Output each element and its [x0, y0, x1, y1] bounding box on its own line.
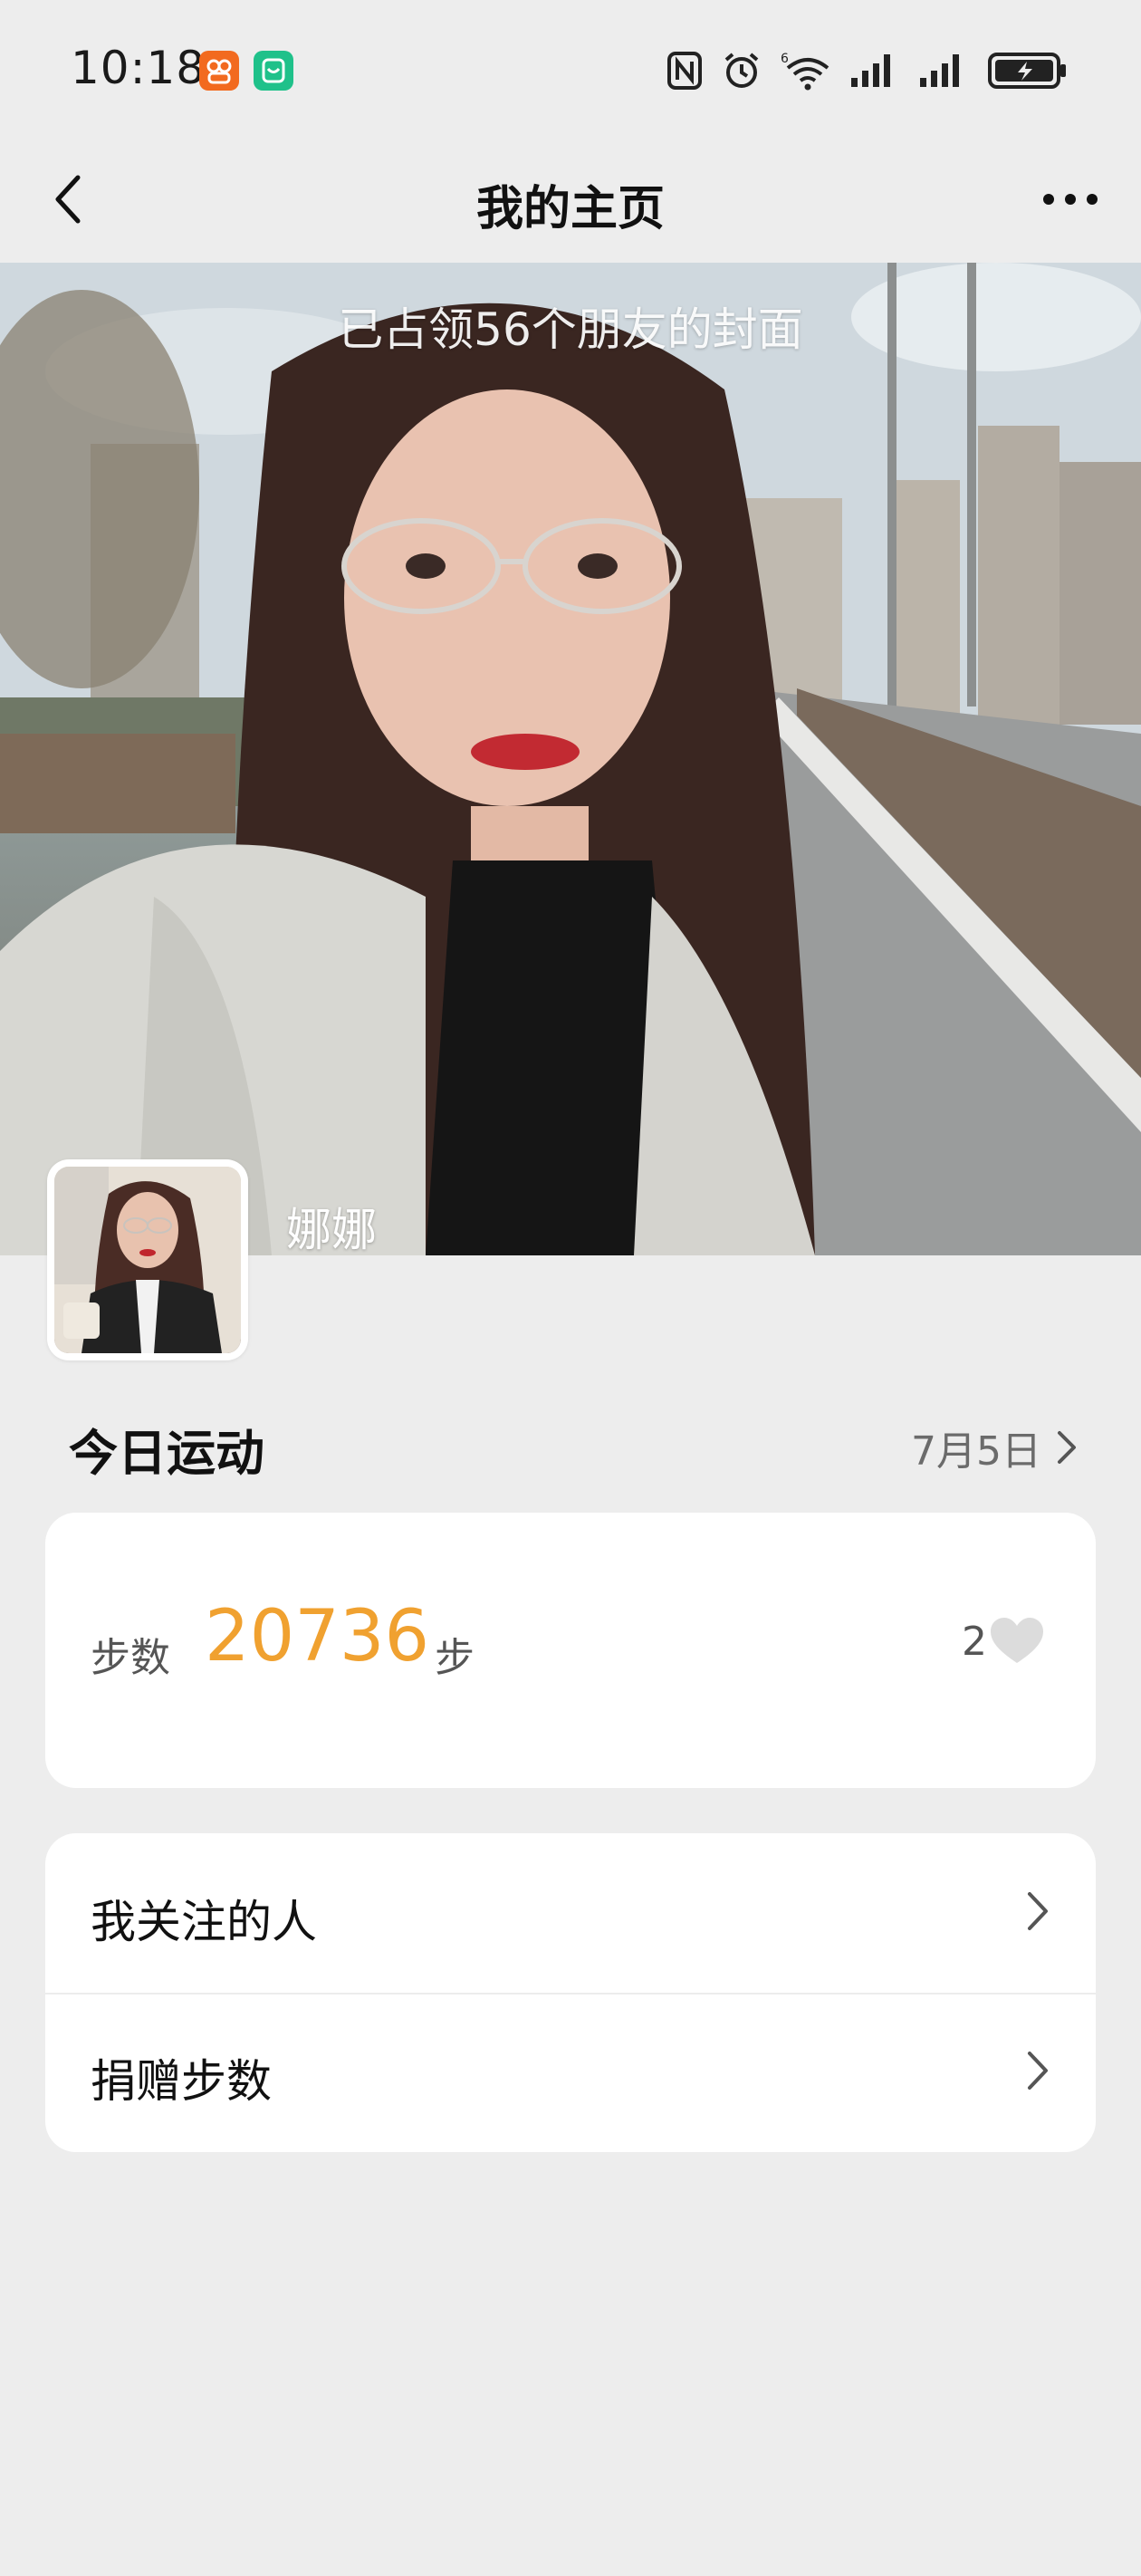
- menu-item-label: 捐赠步数: [91, 2055, 272, 2108]
- cover-image: [0, 263, 1141, 1255]
- status-bar: 10:18 6: [0, 0, 1141, 136]
- more-dots-icon: [1043, 194, 1098, 205]
- chevron-right-icon: [1028, 1892, 1048, 1930]
- battery-charging-icon: [988, 53, 1066, 89]
- menu-item-following[interactable]: 我关注的人: [45, 1833, 1096, 1993]
- avatar-image: [54, 1167, 241, 1353]
- status-icons: 6: [666, 49, 1069, 92]
- app-badge-green: [254, 51, 293, 91]
- date-label: 7月5日: [911, 1428, 1041, 1475]
- steps-label: 步数: [91, 1635, 170, 1681]
- nav-bar: 我的主页: [0, 136, 1141, 263]
- nfc-icon: [667, 52, 702, 90]
- app-badge-orange: [199, 51, 239, 91]
- status-time: 10:18: [71, 42, 206, 94]
- steps-unit: 步: [435, 1635, 475, 1681]
- menu-item-donate-steps[interactable]: 捐赠步数: [45, 1993, 1096, 2152]
- chevron-right-icon: [1058, 1431, 1076, 1464]
- menu-card: 我关注的人 捐赠步数: [45, 1833, 1096, 2152]
- like-count: 2: [962, 1618, 987, 1665]
- steps-card[interactable]: 步数 20736 步 2: [45, 1513, 1096, 1788]
- cover-photo[interactable]: 已占领56个朋友的封面 娜娜: [0, 263, 1141, 1255]
- today-exercise-title: 今日运动: [69, 1425, 264, 1482]
- cover-caption: 已占领56个朋友的封面: [338, 303, 803, 356]
- steps-value: 20736: [205, 1596, 430, 1677]
- signal-icon: [851, 54, 890, 87]
- svg-text:6: 6: [781, 52, 789, 66]
- heart-icon: [991, 1618, 1043, 1663]
- page-title: 我的主页: [475, 182, 665, 236]
- chevron-right-icon: [1028, 2052, 1048, 2090]
- alarm-icon: [724, 53, 759, 88]
- avatar[interactable]: [47, 1159, 248, 1360]
- date-selector[interactable]: 7月5日: [911, 1418, 1078, 1476]
- like-button[interactable]: 2: [962, 1616, 1045, 1667]
- signal-icon: [920, 54, 959, 87]
- wifi-icon: 6: [781, 52, 829, 91]
- menu-item-label: 我关注的人: [91, 1896, 317, 1948]
- nickname: 娜娜: [286, 1204, 377, 1255]
- more-button[interactable]: [1025, 163, 1116, 235]
